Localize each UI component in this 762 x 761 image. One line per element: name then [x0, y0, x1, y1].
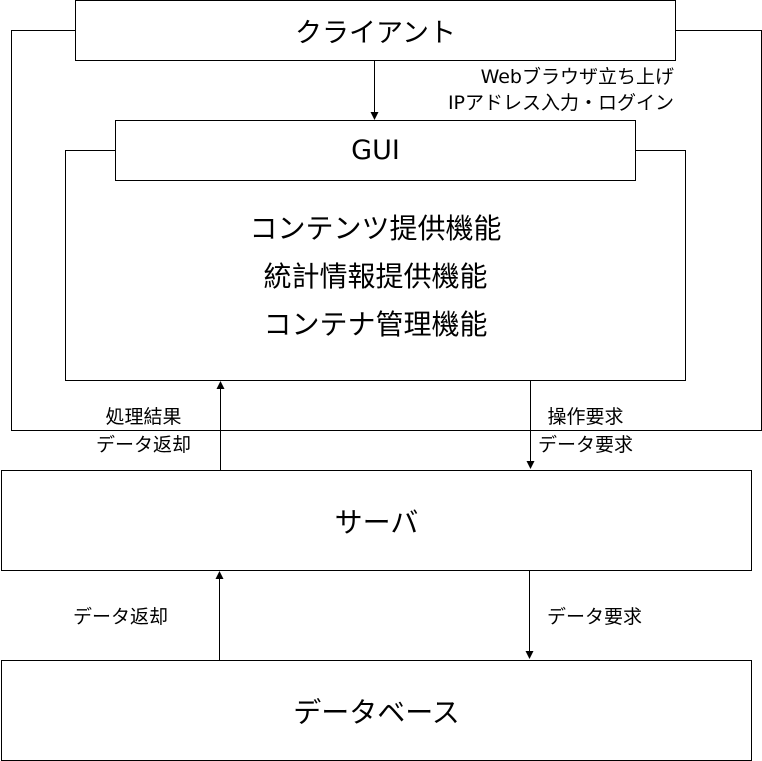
- edge-label-line: Webブラウザ立ち上げ: [447, 64, 674, 90]
- edge-label-line: データ返却: [96, 434, 192, 456]
- client-title: クライアント: [295, 18, 456, 49]
- client-box: クライアント: [75, 0, 676, 61]
- label-server-to-gui: 処理結果 データ返却: [96, 403, 191, 459]
- function-statistics: 統計情報提供機能: [263, 260, 488, 293]
- edge-label-line: 操作要求: [547, 406, 624, 428]
- server-box: サーバ: [1, 470, 752, 571]
- label-server-to-db: データ要求: [547, 606, 642, 628]
- edge-label-line: 処理結果: [105, 406, 182, 428]
- function-content-delivery: コンテンツ提供機能: [249, 212, 502, 245]
- label-db-to-server: データ返却: [73, 606, 168, 628]
- gui-title: GUI: [351, 135, 400, 166]
- edge-label-line: データ要求: [547, 606, 643, 628]
- gui-box: GUI: [115, 120, 636, 181]
- database-box: データベース: [1, 660, 752, 761]
- edge-label-line: IPアドレス入力・ログイン: [447, 90, 674, 116]
- gui-function-list: コンテンツ提供機能 統計情報提供機能 コンテナ管理機能: [66, 205, 685, 349]
- edge-label-line: データ返却: [73, 606, 169, 628]
- database-title: データベース: [293, 695, 460, 729]
- label-client-to-gui: Webブラウザ立ち上げ IPアドレス入力・ログイン: [447, 64, 674, 116]
- edge-label-line: データ要求: [538, 434, 634, 456]
- server-title: サーバ: [334, 505, 419, 539]
- label-gui-to-server: 操作要求 データ要求: [538, 403, 633, 459]
- function-container-management: コンテナ管理機能: [263, 308, 488, 341]
